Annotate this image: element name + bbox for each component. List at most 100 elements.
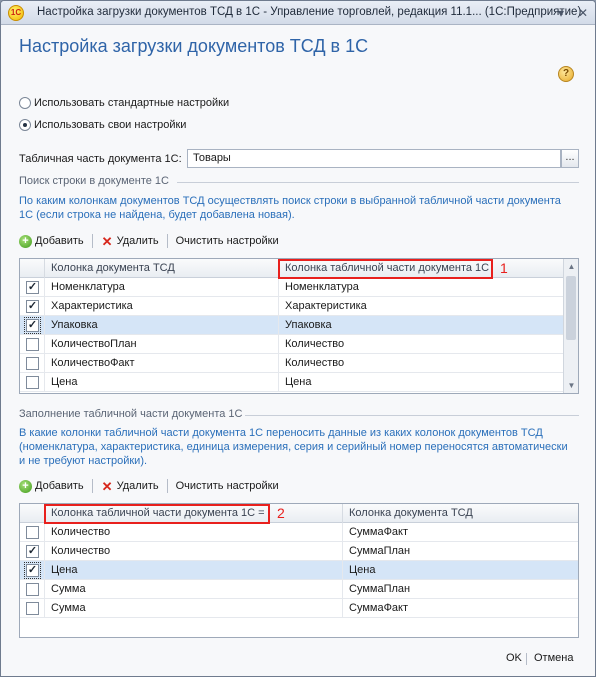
add-icon: + [19,479,32,493]
delete-button[interactable]: ✕ Удалить [101,235,159,248]
cell-doc-column[interactable]: Цена [279,373,564,392]
table-row[interactable]: ✓ Характеристика Характеристика [20,297,564,316]
table-part-field[interactable]: Товары [187,149,561,168]
table-header: Колонка табличной части документа 1С = К… [20,504,578,523]
cell-tsd-column[interactable]: Цена [343,561,578,580]
header-tsd-column[interactable]: Колонка документа ТСД [45,259,279,278]
scroll-thumb[interactable] [566,276,576,340]
header-doc-column[interactable]: Колонка табличной части документа 1С [279,259,564,278]
row-checkbox[interactable]: ✓ [24,562,41,579]
search-section-title: Поиск строки в документе 1С [19,175,169,187]
fill-toolbar: + Добавить ✕ Удалить Очистить настройки [19,477,287,495]
header-doc-column[interactable]: Колонка табличной части документа 1С = [45,504,343,523]
cell-doc-column[interactable]: Количество [45,542,343,561]
row-checkbox[interactable]: ✓ [26,300,39,313]
table-row[interactable]: Количество СуммаФакт [20,523,578,542]
table-row[interactable]: ✓ Количество СуммаПлан [20,542,578,561]
cell-doc-column[interactable]: Сумма [45,599,343,618]
clear-settings-button[interactable]: Очистить настройки [176,235,279,247]
cell-tsd-column[interactable]: СуммаФакт [343,523,578,542]
toolbar-separator [91,479,93,493]
cell-doc-column[interactable]: Характеристика [279,297,564,316]
help-icon[interactable]: ? [558,66,574,82]
table-header: Колонка документа ТСД Колонка табличной … [20,259,564,278]
fill-section-hint: В какие колонки табличной части документ… [19,427,568,467]
cell-tsd-column[interactable]: Упаковка [45,316,279,335]
section-divider [177,182,579,183]
radio-custom-settings[interactable]: Использовать свои настройки [19,117,186,133]
row-checkbox[interactable]: ✓ [26,281,39,294]
row-checkbox[interactable] [26,357,39,370]
row-checkbox[interactable] [26,376,39,389]
cell-tsd-column[interactable]: Цена [45,373,279,392]
toolbar-separator [91,234,93,248]
cell-doc-column[interactable]: Количество [279,354,564,373]
cell-doc-column[interactable]: Упаковка [279,316,564,335]
row-checkbox[interactable] [26,583,39,596]
cell-tsd-column[interactable]: СуммаПлан [343,542,578,561]
close-icon[interactable]: ✕ [575,5,591,21]
cell-doc-column[interactable]: Количество [45,523,343,542]
scroll-down-icon[interactable]: ▼ [564,378,578,393]
row-checkbox[interactable]: ✓ [26,545,39,558]
check-cell: ✓ [20,316,45,335]
table-row[interactable]: ✓ Упаковка Упаковка [20,316,564,335]
add-icon: + [19,234,32,248]
table-row[interactable]: ✓ Номенклатура Номенклатура [20,278,564,297]
cell-tsd-column[interactable]: КоличествоФакт [45,354,279,373]
add-button[interactable]: + Добавить [19,234,84,248]
section-divider [245,415,579,416]
header-tsd-column[interactable]: Колонка документа ТСД [343,504,578,523]
scroll-up-icon[interactable]: ▲ [564,259,578,274]
page-title: Настройка загрузки документов ТСД в 1С [19,36,369,56]
radio-button[interactable] [19,97,31,109]
cell-tsd-column[interactable]: СуммаПлан [343,580,578,599]
row-checkbox[interactable]: ✓ [24,317,41,334]
delete-label: Удалить [116,235,159,247]
table-row[interactable]: Цена Цена [20,373,564,392]
cell-doc-column[interactable]: Сумма [45,580,343,599]
cell-tsd-column[interactable]: Номенклатура [45,278,279,297]
check-cell: ✓ [20,542,45,561]
check-cell [20,373,45,392]
add-button[interactable]: + Добавить [19,479,84,493]
dropdown-icon[interactable]: ▾ [553,5,569,21]
row-checkbox[interactable] [26,526,39,539]
settings-window: 1С Настройка загрузки документов ТСД в 1… [0,0,596,677]
row-checkbox[interactable] [26,602,39,615]
cell-doc-column[interactable]: Цена [45,561,343,580]
select-button[interactable]: ... [561,149,579,168]
add-label: Добавить [35,235,84,247]
annotation-number-2: 2 [277,505,285,521]
cell-tsd-column[interactable]: КоличествоПлан [45,335,279,354]
table-row[interactable]: КоличествоФакт Количество [20,354,564,373]
table-row[interactable]: Сумма СуммаФакт [20,599,578,618]
cell-tsd-column[interactable]: Характеристика [45,297,279,316]
row-checkbox[interactable] [26,338,39,351]
ok-button[interactable]: OK [506,652,522,664]
fill-columns-table[interactable]: Колонка табличной части документа 1С = К… [19,503,579,638]
search-columns-table[interactable]: Колонка документа ТСД Колонка табличной … [19,258,579,394]
vertical-scrollbar[interactable]: ▲ ▼ [563,259,578,393]
radio-standard-settings[interactable]: Использовать стандартные настройки [19,95,229,111]
check-cell: ✓ [20,561,45,580]
cell-doc-column[interactable]: Номенклатура [279,278,564,297]
check-cell [20,354,45,373]
radio-button[interactable] [19,119,31,131]
table-row[interactable]: ✓ Цена Цена [20,561,578,580]
check-cell [20,335,45,354]
table-part-label: Табличная часть документа 1С: [19,153,182,165]
cell-doc-column[interactable]: Количество [279,335,564,354]
delete-label: Удалить [116,480,159,492]
delete-button[interactable]: ✕ Удалить [101,480,159,493]
table-row[interactable]: КоличествоПлан Количество [20,335,564,354]
app-logo-icon: 1С [8,5,24,21]
cancel-button[interactable]: Отмена [534,652,573,664]
table-row[interactable]: Сумма СуммаПлан [20,580,578,599]
fill-section-title: Заполнение табличной части документа 1С [19,408,243,420]
cell-tsd-column[interactable]: СуммаФакт [343,599,578,618]
toolbar-separator [166,479,168,493]
delete-icon: ✕ [101,233,113,249]
toolbar-separator [166,234,168,248]
clear-settings-button[interactable]: Очистить настройки [176,480,279,492]
